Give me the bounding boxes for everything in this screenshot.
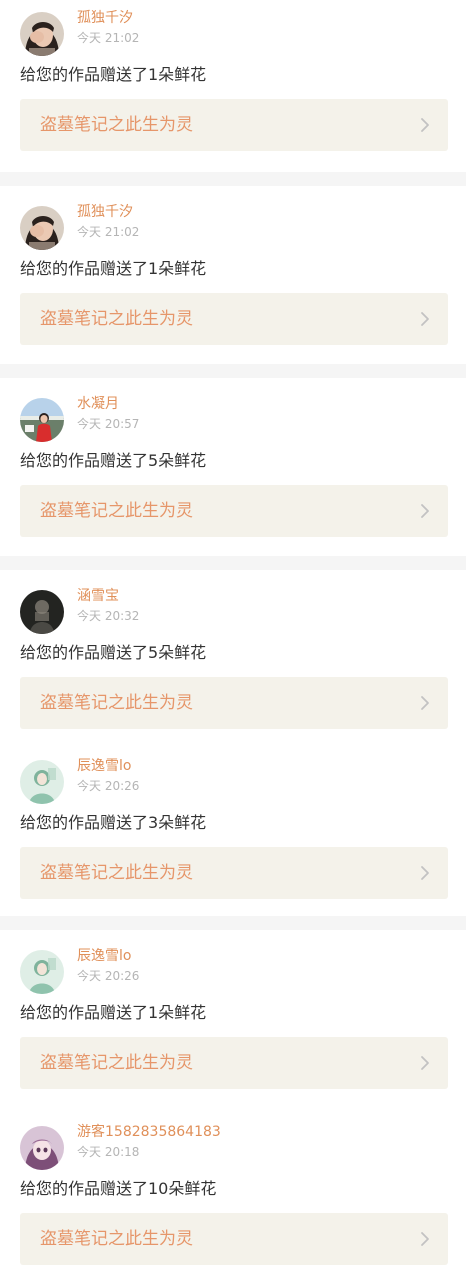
- work-title: 盗墓笔记之此生为灵: [40, 1053, 193, 1073]
- avatar-girl-green-illustration: [20, 760, 64, 804]
- gift-message: 给您的作品赠送了5朵鲜花: [20, 643, 207, 662]
- notification-card: 游客1582835864183 今天 20:18 给您的作品赠送了10朵鲜花 盗墓笔记…: [0, 1106, 466, 1280]
- work-title: 盗墓笔记之此生为灵: [40, 1229, 193, 1249]
- avatar-girl-green-illustration: [20, 950, 64, 994]
- notification-card: 水凝月今天 20:57 给您的作品赠送了5朵鲜花 盗墓笔记之此生为灵: [0, 378, 466, 556]
- work-link-button[interactable]: 盗墓笔记之此生为灵: [20, 847, 448, 899]
- timestamp: 今天 20:32: [77, 609, 140, 623]
- gift-message: 给您的作品赠送了5朵鲜花: [20, 451, 207, 470]
- work-link-button[interactable]: 盗墓笔记之此生为灵: [20, 1213, 448, 1265]
- user-avatar[interactable]: [20, 398, 64, 442]
- username-link[interactable]: 孤独千汐: [77, 203, 133, 221]
- notification-card: 辰逸雪lo 今天 20:26 给您的作品赠送了3朵鲜花 盗墓笔记之此生为灵: [0, 740, 466, 916]
- avatar-dark-portrait: [20, 590, 64, 634]
- gift-message: 给您的作品赠送了1朵鲜花: [20, 1003, 207, 1022]
- chevron-right-icon: [420, 311, 430, 327]
- user-avatar[interactable]: [20, 950, 64, 994]
- work-title: 盗墓笔记之此生为灵: [40, 115, 193, 135]
- work-link-button[interactable]: 盗墓笔记之此生为灵: [20, 99, 448, 151]
- notification-card: 孤独千汐今天 21:02 给您的作品赠送了1朵鲜花 盗墓笔记之此生为灵: [0, 186, 466, 364]
- work-link-button[interactable]: 盗墓笔记之此生为灵: [20, 485, 448, 537]
- work-link-button[interactable]: 盗墓笔记之此生为灵: [20, 293, 448, 345]
- username-link[interactable]: 孤独千汐: [77, 9, 133, 27]
- gift-message: 给您的作品赠送了10朵鲜花: [20, 1179, 217, 1198]
- notification-card: 孤独千汐今天 21:02 给您的作品赠送了1朵鲜花 盗墓笔记之此生为灵: [0, 0, 466, 172]
- user-avatar[interactable]: [20, 12, 64, 56]
- user-avatar[interactable]: [20, 590, 64, 634]
- work-title: 盗墓笔记之此生为灵: [40, 693, 193, 713]
- username-link[interactable]: 涵雪宝: [77, 587, 119, 605]
- timestamp: 今天 20:57: [77, 417, 140, 431]
- avatar-girl-covering-eye: [20, 206, 64, 250]
- chevron-right-icon: [420, 865, 430, 881]
- chevron-right-icon: [420, 117, 430, 133]
- work-title: 盗墓笔记之此生为灵: [40, 309, 193, 329]
- avatar-anime-girl-purple: [20, 1126, 64, 1170]
- chevron-right-icon: [420, 695, 430, 711]
- username-link[interactable]: 水凝月: [77, 395, 119, 413]
- timestamp: 今天 21:02: [77, 225, 140, 239]
- gift-message: 给您的作品赠送了1朵鲜花: [20, 259, 207, 278]
- work-title: 盗墓笔记之此生为灵: [40, 863, 193, 883]
- timestamp: 今天 20:26: [77, 969, 140, 983]
- notification-list: 孤独千汐 今天 21:02 给您的作品赠送了1朵鲜花 盗墓笔记之此生为灵 孤独千汐 今天 …: [0, 0, 466, 1280]
- username-link[interactable]: 辰逸雪lo: [77, 757, 131, 775]
- work-title: 盗墓笔记之此生为灵: [40, 501, 193, 521]
- timestamp: 今天 21:02: [77, 31, 140, 45]
- avatar-girl-covering-eye: [20, 12, 64, 56]
- timestamp: 今天 20:26: [77, 779, 140, 793]
- timestamp: 今天 20:18: [77, 1145, 140, 1159]
- chevron-right-icon: [420, 1231, 430, 1247]
- username-link[interactable]: 辰逸雪lo: [77, 947, 131, 965]
- user-avatar[interactable]: [20, 206, 64, 250]
- user-avatar[interactable]: [20, 760, 64, 804]
- work-link-button[interactable]: 盗墓笔记之此生为灵: [20, 677, 448, 729]
- chevron-right-icon: [420, 1055, 430, 1071]
- notification-card: 涵雪宝今天 20:32 给您的作品赠送了5朵鲜花 盗墓笔记之此生为灵: [0, 570, 466, 740]
- work-link-button[interactable]: 盗墓笔记之此生为灵: [20, 1037, 448, 1089]
- chevron-right-icon: [420, 503, 430, 519]
- gift-message: 给您的作品赠送了3朵鲜花: [20, 813, 207, 832]
- username-link[interactable]: 游客1582835864183: [77, 1123, 221, 1141]
- notification-card: 辰逸雪lo 今天 20:26 给您的作品赠送了1朵鲜花 盗墓笔记之此生为灵: [0, 930, 466, 1106]
- gift-message: 给您的作品赠送了1朵鲜花: [20, 65, 207, 84]
- user-avatar[interactable]: [20, 1126, 64, 1170]
- avatar-girl-red-dress-outdoor: [20, 398, 64, 442]
